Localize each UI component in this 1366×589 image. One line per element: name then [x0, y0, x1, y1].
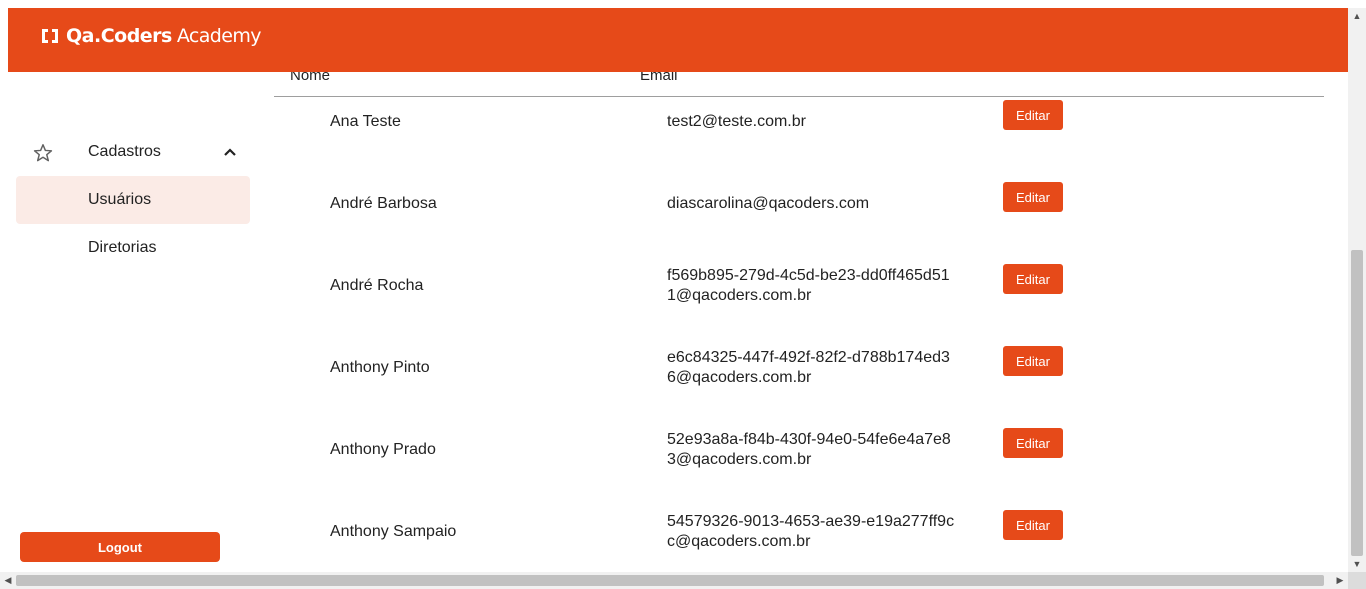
sidebar-item-usuarios[interactable]: Usuários — [16, 176, 250, 224]
edit-button[interactable]: Editar — [1003, 182, 1063, 212]
user-email: 54579326-9013-4653-ae39-e19a277ff9cc@qac… — [667, 513, 955, 550]
user-name: Anthony Pinto — [330, 359, 430, 376]
scroll-up-arrow-icon[interactable]: ▲ — [1348, 8, 1366, 24]
table-row: André Barbosa diascarolina@qacoders.com … — [274, 163, 1324, 245]
users-table: Nome Email Ana Teste test2@teste.com.br … — [274, 72, 1324, 572]
edit-button[interactable]: Editar — [1003, 100, 1063, 130]
nav-group-label: Cadastros — [88, 143, 161, 160]
user-name: André Rocha — [330, 277, 424, 294]
sidebar-item-label: Diretorias — [88, 239, 157, 256]
brand-logo[interactable]: Qa.Coders Academy — [40, 25, 262, 47]
user-name: André Barbosa — [330, 195, 437, 212]
sidebar: Cadastros Usuários Diretorias Logout — [8, 72, 258, 572]
brand-suffix: Academy — [176, 25, 262, 47]
sidebar-item-label: Usuários — [88, 191, 152, 208]
user-email: diascarolina@qacoders.com — [667, 195, 870, 212]
user-name: Ana Teste — [330, 113, 401, 130]
star-outline-icon — [33, 144, 53, 162]
user-email: test2@teste.com.br — [667, 113, 806, 130]
logout-button[interactable]: Logout — [20, 532, 220, 562]
chevron-up-icon[interactable] — [222, 144, 238, 160]
horizontal-scrollbar[interactable]: ◀ ▶ — [0, 572, 1348, 589]
scroll-down-arrow-icon[interactable]: ▼ — [1348, 556, 1366, 572]
scroll-left-arrow-icon[interactable]: ◀ — [0, 572, 16, 589]
user-email: 52e93a8a-f84b-430f-94e0-54fe6e4a7e83@qac… — [667, 431, 951, 468]
sidebar-item-diretorias[interactable]: Diretorias — [16, 224, 250, 272]
vertical-scroll-thumb[interactable] — [1351, 250, 1363, 556]
table-row: André Rocha f569b895-279d-4c5d-be23-dd0f… — [274, 245, 1324, 327]
scrollbar-corner — [1348, 572, 1366, 589]
scroll-right-arrow-icon[interactable]: ▶ — [1332, 572, 1348, 589]
app-header: Qa.Coders Academy — [8, 8, 1348, 72]
vertical-scrollbar[interactable]: ▲ ▼ — [1348, 8, 1366, 572]
edit-button[interactable]: Editar — [1003, 346, 1063, 376]
user-name: Anthony Prado — [330, 441, 436, 458]
table-row: Anthony Sampaio 54579326-9013-4653-ae39-… — [274, 491, 1324, 572]
horizontal-scroll-thumb[interactable] — [16, 575, 1324, 586]
nav-group-cadastros[interactable]: Cadastros — [16, 128, 250, 176]
user-email: f569b895-279d-4c5d-be23-dd0ff465d511@qac… — [667, 267, 950, 304]
top-strip — [0, 0, 1366, 8]
edit-button[interactable]: Editar — [1003, 264, 1063, 294]
edit-button[interactable]: Editar — [1003, 510, 1063, 540]
table-row: Anthony Pinto e6c84325-447f-492f-82f2-d7… — [274, 327, 1324, 409]
logo-mark-icon — [42, 29, 58, 43]
user-email: e6c84325-447f-492f-82f2-d788b174ed36@qac… — [667, 349, 950, 386]
user-name: Anthony Sampaio — [330, 523, 457, 540]
table-row: Anthony Prado 52e93a8a-f84b-430f-94e0-54… — [274, 409, 1324, 491]
table-row: Ana Teste test2@teste.com.br Editar — [274, 81, 1324, 163]
edit-button[interactable]: Editar — [1003, 428, 1063, 458]
brand-name: Qa.Coders — [66, 25, 172, 47]
